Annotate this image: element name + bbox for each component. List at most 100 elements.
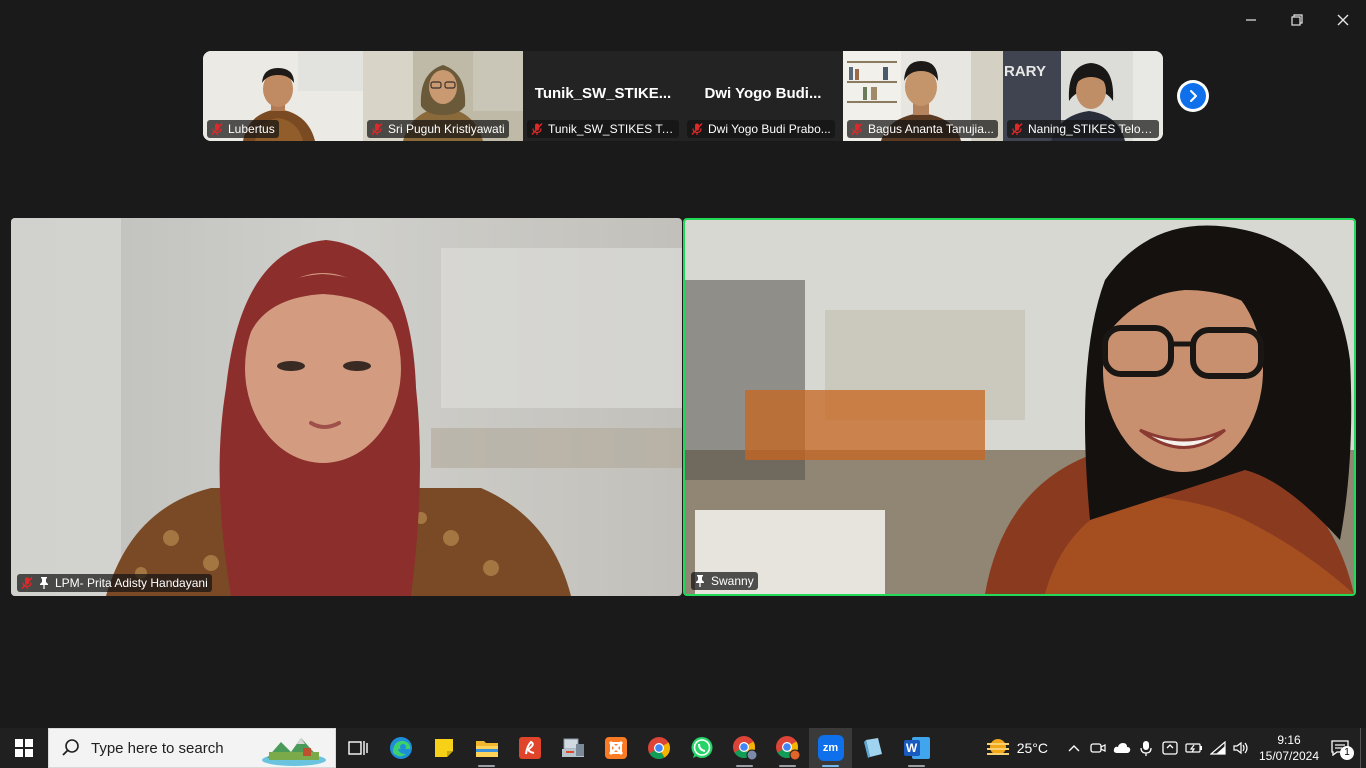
zoom-meeting-window: Lubertus Sri Puguh Kristiyawati Tunik_SW… [0,0,1366,728]
participant-tile[interactable]: RARY Naning_STIKES Telog... [1003,51,1163,141]
task-view-button[interactable] [336,728,379,768]
devices-app[interactable] [551,728,594,768]
running-indicator [478,765,495,767]
participant-namebar: Dwi Yogo Budi Prabo... [687,120,835,138]
wifi-tray[interactable] [1206,728,1230,768]
speaker-icon [1233,741,1248,755]
mic-muted-icon [851,123,863,135]
chrome-profile-app[interactable] [723,728,766,768]
chrome-profile-2-app[interactable] [766,728,809,768]
participant-tile[interactable]: Lubertus [203,51,363,141]
chrome-profile-icon [732,736,757,761]
xampp-icon [604,737,627,759]
start-button[interactable] [0,728,48,768]
mic-muted-icon [371,123,383,135]
pin-icon [696,575,704,587]
participant-name: Sri Puguh Kristiyawati [388,122,505,136]
participant-namebar: Tunik_SW_STIKES Telo... [527,120,679,138]
clock-time: 9:16 [1277,733,1301,747]
xampp-app[interactable] [594,728,637,768]
running-indicator [908,765,925,767]
chrome-app[interactable] [637,728,680,768]
taskbar-clock[interactable]: 9:16 15/07/2024 [1258,732,1320,764]
devices-icon [561,738,584,757]
video-feed [685,220,1354,594]
participant-name: Naning_STIKES Telog... [1028,122,1155,136]
participant-display-name: Dwi Yogo Budi... [704,85,822,102]
participant-tile[interactable]: Sri Puguh Kristiyawati [363,51,523,141]
weather-widget[interactable]: 25°C [985,737,1048,759]
close-button[interactable] [1320,6,1366,34]
background-sign-text: RARY [1004,63,1046,80]
zoom-icon: zm [817,735,844,761]
meet-now-tray[interactable] [1158,728,1182,768]
main-video-tile-right[interactable]: Swanny [683,218,1356,596]
sticky-notes-icon [434,739,453,757]
participant-namebar: Swanny [691,572,758,590]
system-tray: 25°C 9:16 15/07/2024 1 [985,728,1366,768]
restore-icon [1291,14,1303,26]
show-hidden-icons-button[interactable] [1062,728,1086,768]
wifi-icon [1210,741,1226,755]
search-icon [62,739,79,756]
participant-name: Lubertus [228,122,275,136]
participant-tile[interactable]: Bagus Ananta Tanujia... [843,51,1003,141]
meet-now-icon [1162,741,1178,755]
battery-tray[interactable] [1182,728,1206,768]
mic-muted-icon [21,577,33,589]
microphone-tray[interactable] [1134,728,1158,768]
participant-tile[interactable]: Tunik_SW_STIKE... Tunik_SW_STIKES Telo..… [523,51,683,141]
filmstrip-next-button[interactable] [1177,80,1209,112]
participant-name: Bagus Ananta Tanujia... [868,122,994,136]
camera-icon [1090,743,1106,753]
participant-name: Dwi Yogo Budi Prabo... [708,122,831,136]
chrome-profile-2-icon [775,736,800,761]
notification-center-button[interactable]: 1 [1320,728,1360,768]
chevron-up-icon [1068,745,1080,752]
notepad-app[interactable] [852,728,895,768]
running-indicator [779,765,796,767]
mic-muted-icon [211,123,223,135]
onedrive-tray[interactable] [1110,728,1134,768]
sticky-notes-app[interactable] [422,728,465,768]
participant-namebar: Sri Puguh Kristiyawati [367,120,509,138]
pin-icon [40,577,48,589]
pdf-reader-app[interactable] [508,728,551,768]
participant-namebar: LPM- Prita Adisty Handayani [17,574,212,592]
notepad-icon [863,738,882,758]
battery-charging-icon [1185,743,1202,753]
participant-namebar: Bagus Ananta Tanujia... [847,120,998,138]
mic-muted-icon [1011,123,1023,135]
microphone-icon [1140,741,1152,756]
show-desktop-button[interactable] [1360,728,1366,768]
camera-tray[interactable] [1086,728,1110,768]
restore-button[interactable] [1274,6,1320,34]
task-view-icon [347,741,368,755]
file-explorer-icon [475,741,498,757]
whatsapp-icon [691,737,712,758]
participant-tile[interactable]: Dwi Yogo Budi... Dwi Yogo Budi Prabo... [683,51,843,141]
cloud-icon [1113,743,1131,753]
windows-logo-icon [15,739,33,757]
pdf-reader-icon [518,737,541,759]
whatsapp-app[interactable] [680,728,723,768]
volume-tray[interactable] [1230,728,1254,768]
minimize-icon [1246,19,1256,21]
weather-temperature: 25°C [1016,740,1048,756]
participant-namebar: Lubertus [207,120,279,138]
participant-display-name: Tunik_SW_STIKE... [534,85,672,102]
word-app[interactable]: W [895,728,938,768]
taskbar-search-box[interactable]: Type here to search [48,728,336,768]
mic-muted-icon [691,123,703,135]
main-video-tile-left[interactable]: LPM- Prita Adisty Handayani [11,218,682,596]
participant-filmstrip: Lubertus Sri Puguh Kristiyawati Tunik_SW… [203,51,1163,141]
clock-date: 15/07/2024 [1258,749,1320,763]
participant-name: Tunik_SW_STIKES Telo... [548,122,675,136]
zoom-app[interactable]: zm [809,728,852,768]
participant-namebar: Naning_STIKES Telog... [1007,120,1159,138]
file-explorer-app[interactable] [465,728,508,768]
edge-app[interactable] [379,728,422,768]
search-placeholder: Type here to search [91,739,224,757]
minimize-button[interactable] [1228,6,1274,34]
close-icon [1337,14,1349,26]
